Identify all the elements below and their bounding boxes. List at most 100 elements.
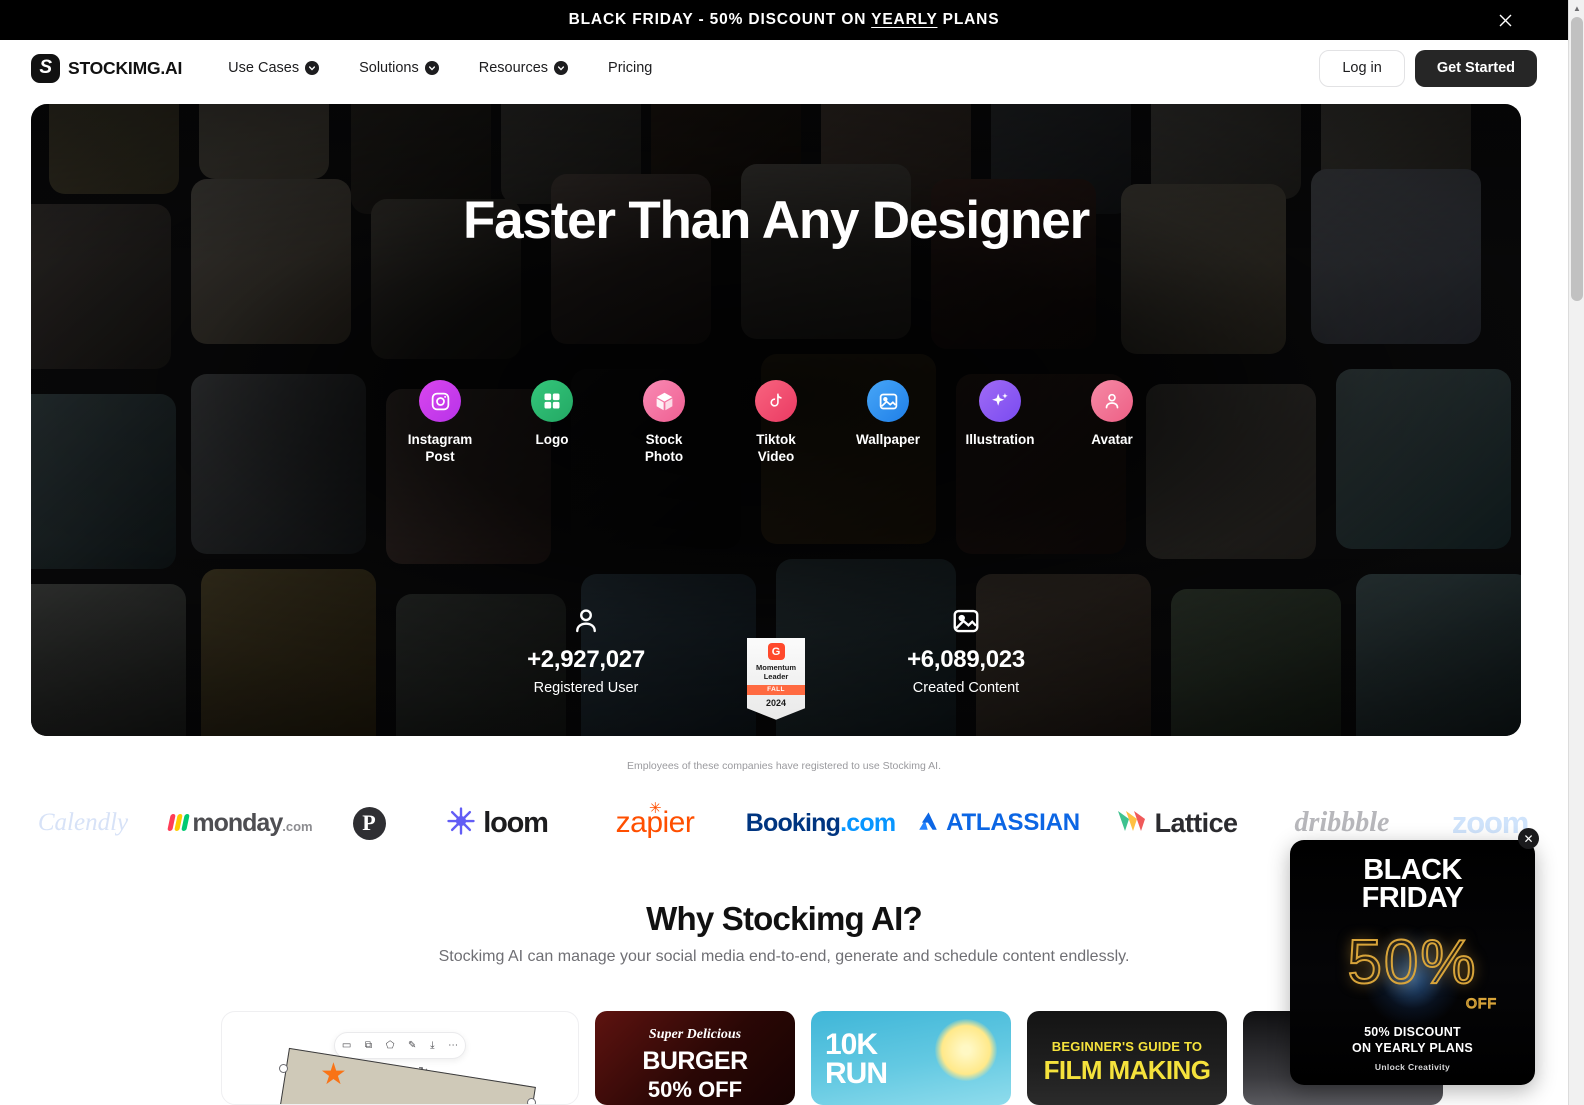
category-label: Instagram Post xyxy=(407,432,473,465)
edit-icon[interactable]: ✎ xyxy=(408,1040,416,1051)
close-icon[interactable] xyxy=(1494,9,1516,31)
g2-momentum-leader-badge: G Momentum Leader FALL 2024 xyxy=(747,638,805,720)
category-instagram-post[interactable]: Instagram Post xyxy=(403,380,477,466)
category-logo[interactable]: Logo xyxy=(515,380,589,448)
card-sub-text: 50% OFF xyxy=(647,1077,743,1102)
more-icon[interactable]: ⋯ xyxy=(448,1040,458,1051)
popup-title-line-2: FRIDAY xyxy=(1361,882,1464,915)
brand-suffix: .com xyxy=(840,808,896,837)
chevron-down-icon xyxy=(424,61,439,75)
image-icon xyxy=(867,380,909,422)
brand-label: Lattice xyxy=(1154,807,1238,838)
pinterest-icon: P xyxy=(352,806,386,840)
stat-value: +6,089,023 xyxy=(907,646,1025,673)
category-wallpaper[interactable]: Wallpaper xyxy=(851,380,925,448)
g2-line-1: Momentum xyxy=(756,663,796,672)
template-card-run[interactable]: 10K RUN xyxy=(811,1011,1011,1105)
category-label: Logo xyxy=(535,432,569,447)
chevron-down-icon xyxy=(554,61,569,75)
monday-bars-icon xyxy=(167,813,191,831)
g2-year: 2024 xyxy=(765,697,787,708)
download-icon[interactable]: ⤓ xyxy=(430,1040,434,1051)
login-button[interactable]: Log in xyxy=(1319,49,1405,87)
card-main-text: FILM MAKING xyxy=(1043,1055,1211,1085)
logo[interactable]: S STOCKIMG.AI xyxy=(31,53,182,83)
category-illustration[interactable]: Illustration xyxy=(963,380,1037,448)
category-label: Tiktok Video xyxy=(756,432,796,465)
crop-icon[interactable]: ▭ xyxy=(342,1040,351,1051)
brand-label: ATLASSIAN xyxy=(946,809,1080,836)
brand-zoom: zoom xyxy=(1420,805,1560,841)
scrollbar-thumb[interactable] xyxy=(1571,17,1583,301)
popup-footer: Unlock Creativity xyxy=(1374,1062,1451,1072)
nav-item-resources[interactable]: Resources xyxy=(459,60,588,76)
card-script-text: Super Delicious xyxy=(648,1027,742,1042)
category-tiktok-video[interactable]: Tiktok Video xyxy=(739,380,813,466)
promo-text-before: BLACK FRIDAY - 50% DISCOUNT ON xyxy=(568,11,872,28)
nav-item-use-cases[interactable]: Use Cases xyxy=(208,60,339,76)
resize-handle[interactable] xyxy=(527,1098,536,1104)
card-top-text: BEGINNER'S GUIDE TO xyxy=(1051,1039,1203,1054)
stat-registered-user: +2,927,027 Registered User xyxy=(481,604,691,696)
category-label: Illustration xyxy=(965,432,1035,447)
loom-burst-icon xyxy=(446,806,476,841)
copy-icon[interactable]: ⧉ xyxy=(365,1040,372,1051)
black-friday-popup[interactable]: BLACK FRIDAY 50% OFF 50% DISCOUNT ON YEA… xyxy=(1290,840,1535,1085)
popup-detail: 50% DISCOUNT ON YEARLY PLANS xyxy=(1290,1025,1535,1056)
brand-suffix: .com xyxy=(282,818,313,834)
brand-label: loom xyxy=(483,806,549,839)
nav-item-pricing[interactable]: Pricing xyxy=(588,60,672,76)
chevron-down-icon xyxy=(305,61,320,75)
editor-toolbar[interactable]: ▭ ⧉ ⬠ ✎ ⤓ ⋯ xyxy=(334,1032,466,1059)
page-root: BLACK FRIDAY - 50% DISCOUNT ON YEARLY PL… xyxy=(0,0,1584,1105)
lattice-icon xyxy=(1116,808,1146,839)
hero-stats: +2,927,027 Registered User G Momentum Le… xyxy=(31,604,1521,720)
site-header: S STOCKIMG.AI Use Cases Solutions Resour… xyxy=(0,40,1568,96)
sun-decoration xyxy=(935,1019,997,1081)
nav-item-solutions[interactable]: Solutions xyxy=(339,60,459,76)
instagram-icon xyxy=(419,380,461,422)
get-started-button[interactable]: Get Started xyxy=(1414,49,1537,87)
tiktok-icon xyxy=(755,380,797,422)
grid-icon xyxy=(531,380,573,422)
promo-text-after: PLANS xyxy=(937,11,1000,28)
category-label: Stock Photo xyxy=(644,432,684,465)
resize-handle[interactable] xyxy=(279,1064,288,1073)
close-icon[interactable]: ✕ xyxy=(1518,828,1539,849)
star-icon: ★ xyxy=(320,1058,347,1091)
person-icon xyxy=(571,604,601,638)
category-avatar[interactable]: Avatar xyxy=(1075,380,1149,448)
popup-percent: 50% xyxy=(1346,928,1478,997)
brand-label-wrap: ✳ zapier xyxy=(616,800,695,840)
brand-atlassian: ATLASSIAN xyxy=(911,809,1086,837)
category-stock-photo[interactable]: Stock Photo xyxy=(627,380,701,466)
scroll-up-icon[interactable]: ▲ xyxy=(1569,0,1584,17)
main-nav: Use Cases Solutions Resources Pricing xyxy=(208,60,672,76)
template-card-film[interactable]: BEGINNER'S GUIDE TO FILM MAKING xyxy=(1027,1011,1227,1105)
hero-section: Faster Than Any Designer Instagram Post … xyxy=(31,104,1521,736)
brand-label: zoom xyxy=(1451,805,1529,840)
nav-label: Use Cases xyxy=(228,60,300,76)
brand-label: Booking xyxy=(745,808,841,837)
stat-value: +2,927,027 xyxy=(527,646,645,673)
box-icon xyxy=(643,380,685,422)
page-title: Faster Than Any Designer xyxy=(462,191,1090,250)
popup-detail-line-2: ON YEARLY PLANS xyxy=(1352,1040,1473,1055)
popup-title-line-1: BLACK xyxy=(1363,854,1462,886)
template-card-burger[interactable]: Super Delicious BURGER 50% OFF xyxy=(595,1011,795,1105)
g2-mark-icon: G xyxy=(767,643,785,660)
g2-line-2: Leader xyxy=(763,672,789,682)
brand-monday: monday .com xyxy=(161,809,321,838)
shape-icon[interactable]: ⬠ xyxy=(386,1040,395,1051)
card-main-text: BURGER xyxy=(642,1047,748,1075)
brand-zapier: ✳ zapier xyxy=(580,800,730,840)
brand-label: dribbble xyxy=(1294,807,1390,838)
promo-banner-text: BLACK FRIDAY - 50% DISCOUNT ON YEARLY PL… xyxy=(569,11,1000,29)
popup-off-label: OFF xyxy=(1465,994,1497,1011)
stat-label: Created Content xyxy=(912,680,1020,696)
person-icon xyxy=(1091,380,1133,422)
header-actions: Log in Get Started xyxy=(1319,49,1537,87)
page-scrollbar[interactable]: ▲ xyxy=(1568,0,1584,1105)
editor-preview-card[interactable]: ▭ ⧉ ⬠ ✎ ⤓ ⋯ ↻ ★ xyxy=(221,1011,579,1105)
brand-booking: Booking.com xyxy=(733,809,908,838)
